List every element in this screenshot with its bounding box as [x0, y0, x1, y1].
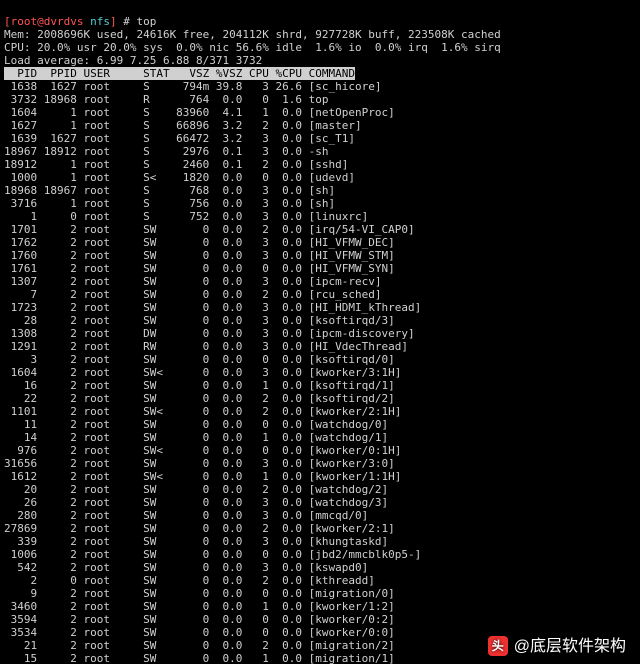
- prompt-close: ]: [110, 15, 117, 28]
- cpu-line: CPU: 20.0% usr 20.0% sys 0.0% nic 56.6% …: [4, 41, 501, 54]
- column-header: PID PPID USER STAT VSZ %VSZ CPU %CPU COM…: [4, 67, 355, 80]
- prompt-open: [: [4, 15, 11, 28]
- load-line: Load average: 6.99 7.25 6.88 8/371 3732: [4, 54, 262, 67]
- process-list: 1638 1627 root S 794m 39.8 3 26.6 [sc_hi…: [4, 80, 636, 664]
- prompt-cwd: nfs: [84, 15, 111, 28]
- watermark: 头 @底层软件架构: [488, 636, 626, 656]
- prompt-at: @: [37, 15, 44, 28]
- terminal[interactable]: [root@dvrdvs nfs] # top Mem: 2008696K us…: [0, 0, 640, 664]
- prompt-host: dvrdvs: [44, 15, 84, 28]
- prompt: [root@dvrdvs nfs] # top: [4, 15, 156, 28]
- watermark-text: @底层软件架构: [514, 640, 626, 653]
- mem-line: Mem: 2008696K used, 24616K free, 204112K…: [4, 28, 501, 41]
- prompt-user: root: [11, 15, 38, 28]
- logo-icon: 头: [488, 636, 508, 656]
- prompt-hash: #: [117, 15, 137, 28]
- prompt-cmd: top: [137, 15, 157, 28]
